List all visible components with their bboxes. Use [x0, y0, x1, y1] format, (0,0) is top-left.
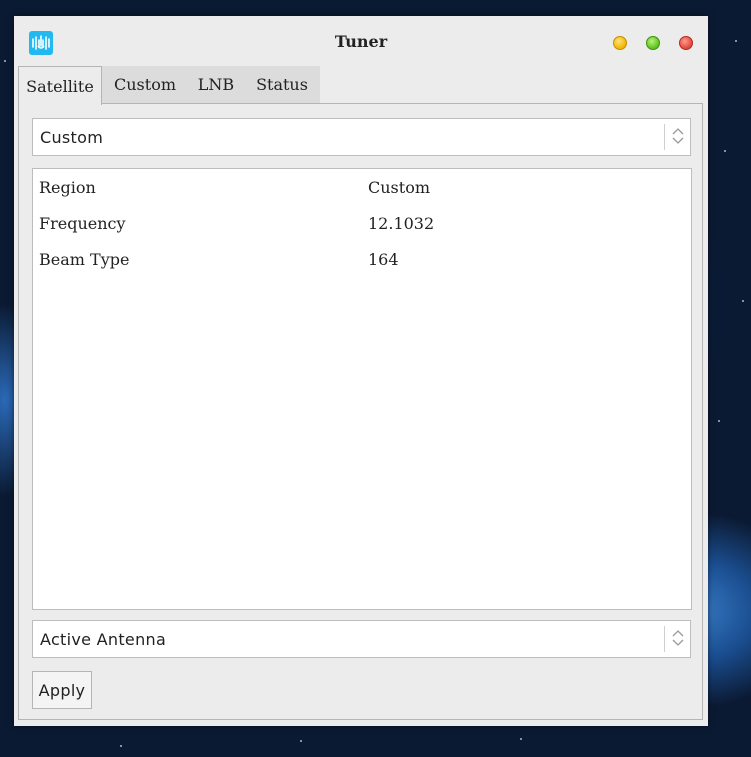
tab-label: Custom: [114, 75, 176, 94]
maximize-button[interactable]: [646, 36, 660, 50]
star: [735, 40, 737, 42]
tab-label: Satellite: [26, 76, 94, 96]
star: [300, 740, 302, 742]
satellite-properties-list: Region Custom Frequency 12.1032 Beam Typ…: [32, 168, 692, 610]
close-button[interactable]: [679, 36, 693, 50]
antenna-select[interactable]: Active Antenna: [32, 620, 691, 658]
antenna-select-value: Active Antenna: [40, 630, 167, 649]
spin-arrows-icon[interactable]: [664, 124, 690, 150]
tab-status[interactable]: Status: [244, 66, 320, 103]
property-key: Beam Type: [39, 250, 130, 269]
tab-label: LNB: [197, 75, 235, 94]
tab-custom[interactable]: Custom: [102, 66, 188, 103]
tab-lnb[interactable]: LNB: [188, 66, 244, 103]
tab-satellite[interactable]: Satellite: [18, 66, 102, 105]
star: [724, 150, 726, 152]
star: [520, 738, 522, 740]
window-title: Tuner: [334, 32, 388, 51]
star: [718, 420, 720, 422]
satellite-tab-panel: Custom Region Custom Frequency 12.1032 B…: [18, 103, 703, 720]
list-item[interactable]: Beam Type 164: [33, 241, 691, 277]
satellite-select[interactable]: Custom: [32, 118, 691, 156]
minimize-button[interactable]: [613, 36, 627, 50]
spin-arrows-icon[interactable]: [664, 626, 690, 652]
list-item[interactable]: Frequency 12.1032: [33, 205, 691, 241]
star: [742, 300, 744, 302]
satellite-select-value: Custom: [40, 128, 104, 147]
title-bar[interactable]: Tuner: [14, 16, 708, 66]
property-value: 164: [368, 250, 399, 269]
tuner-window: Tuner Satellite Custom LNB Status Custom…: [14, 16, 708, 726]
property-key: Region: [39, 178, 96, 197]
star: [4, 60, 6, 62]
property-key: Frequency: [39, 214, 126, 233]
apply-button[interactable]: Apply: [32, 671, 92, 709]
property-value: 12.1032: [368, 214, 435, 233]
property-value: Custom: [368, 178, 430, 197]
tab-label: Status: [256, 75, 308, 94]
list-item[interactable]: Region Custom: [33, 169, 691, 205]
star: [120, 745, 122, 747]
